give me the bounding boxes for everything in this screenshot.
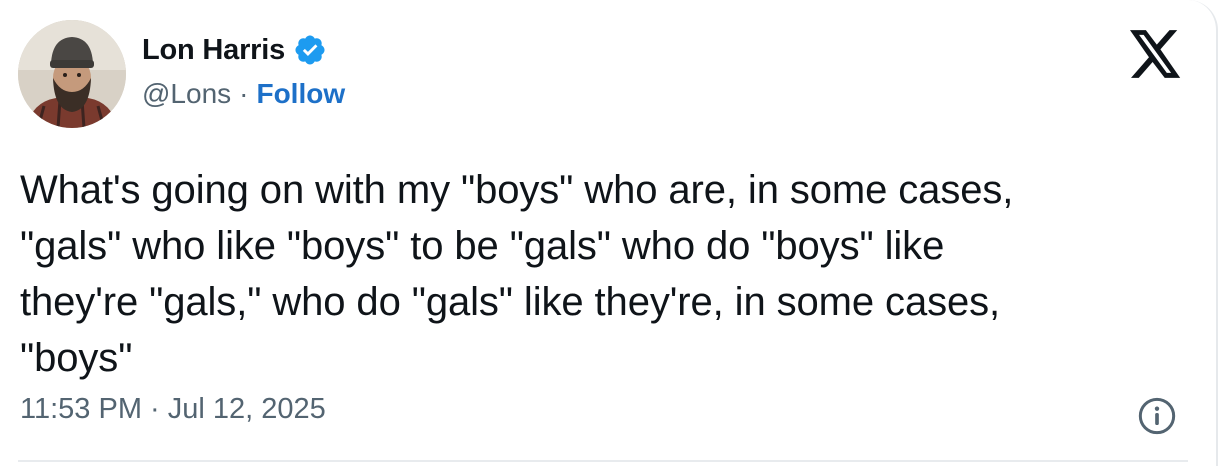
name-row: Lon Harris — [142, 28, 345, 72]
avatar-image — [18, 20, 126, 128]
follow-button[interactable]: Follow — [256, 78, 345, 110]
separator-dot: · — [239, 78, 249, 109]
tweet-embed-card: Lon Harris @Lons · Follow What's going o… — [0, 0, 1218, 466]
verified-badge-icon — [293, 33, 327, 67]
author-handle[interactable]: @Lons — [142, 78, 231, 110]
x-logo-icon[interactable] — [1130, 30, 1182, 78]
author-display-name[interactable]: Lon Harris — [142, 34, 285, 67]
tweet-text: What's going on with my "boys" who are, … — [20, 168, 1014, 380]
avatar[interactable] — [18, 20, 126, 128]
divider — [18, 460, 1188, 462]
tweet-timestamp[interactable]: 11:53 PM · Jul 12, 2025 — [20, 393, 326, 426]
info-icon[interactable] — [1137, 396, 1177, 436]
card-border — [1188, 0, 1218, 466]
handle-row: @Lons · Follow — [142, 78, 345, 110]
author-info: Lon Harris @Lons · Follow — [142, 28, 345, 110]
